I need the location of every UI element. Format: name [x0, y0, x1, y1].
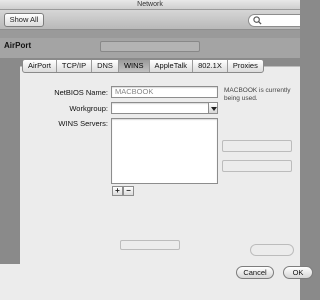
background-advanced-button-dimmed	[250, 244, 294, 256]
show-all-button[interactable]: Show All	[4, 13, 44, 27]
wins-servers-list[interactable]	[111, 118, 218, 184]
search-field[interactable]	[248, 14, 300, 27]
background-field-dimmed	[222, 140, 292, 152]
tab-proxies[interactable]: Proxies	[228, 60, 263, 72]
tab-bar: AirPort TCP/IP DNS WINS AppleTalk 802.1X…	[22, 59, 264, 73]
background-field-dimmed	[222, 160, 292, 172]
netbios-name-label: NetBIOS Name:	[54, 88, 108, 97]
workgroup-dropdown-button[interactable]	[208, 102, 218, 114]
add-server-button[interactable]: +	[112, 186, 123, 196]
netbios-name-field[interactable]: MACBOOK	[111, 86, 218, 98]
remove-server-button[interactable]: −	[123, 186, 134, 196]
ok-button[interactable]: OK	[283, 266, 313, 279]
cancel-button[interactable]: Cancel	[236, 266, 274, 279]
workgroup-combo[interactable]	[111, 102, 218, 114]
tab-appletalk[interactable]: AppleTalk	[150, 60, 194, 72]
tab-dns[interactable]: DNS	[92, 60, 119, 72]
netbios-status-note: MACBOOK is currently being used.	[224, 87, 291, 102]
tab-wins[interactable]: WINS	[118, 60, 150, 72]
chevron-down-icon	[211, 107, 217, 111]
interface-title: AirPort	[4, 41, 32, 50]
search-icon	[253, 16, 262, 25]
background-checkbox-dimmed	[120, 240, 180, 250]
wins-servers-label: WINS Servers:	[58, 119, 108, 128]
tab-airport[interactable]: AirPort	[23, 60, 57, 72]
tab-8021x[interactable]: 802.1X	[193, 60, 228, 72]
tab-tcpip[interactable]: TCP/IP	[57, 60, 93, 72]
location-popup-dimmed	[100, 41, 200, 52]
workgroup-label: Workgroup:	[69, 104, 108, 113]
toolbar: Show All	[0, 10, 300, 30]
window-title: Network	[0, 0, 300, 10]
